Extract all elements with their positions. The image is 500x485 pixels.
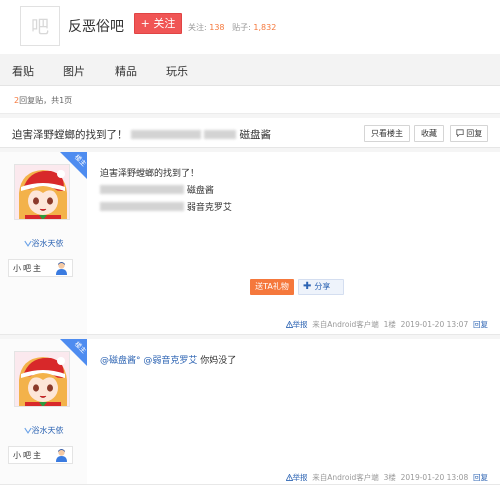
moderator-icon <box>56 449 67 462</box>
forum-header: 吧 反恶俗吧 + 关注 关注: 138 贴子: 1,832 <box>0 0 500 54</box>
warning-icon <box>285 320 293 328</box>
forum-logo[interactable]: 吧 <box>20 6 60 46</box>
vip-icon <box>23 240 32 247</box>
post-time: 2019-01-20 13:08 <box>400 473 469 482</box>
forum-name[interactable]: 反恶俗吧 <box>68 16 124 36</box>
send-gift-button[interactable]: 送TA礼物 <box>250 279 294 295</box>
mention-link[interactable]: @弱音克罗艾 <box>143 356 197 366</box>
post-source: 来自Android客户端 <box>312 473 379 482</box>
only-op-button[interactable]: 只看楼主 <box>364 125 410 142</box>
thread-title-bar: 迫害泽野螳螂的找到了！ 磁盘酱 只看楼主 收藏 回复 <box>0 118 500 148</box>
tab-fun[interactable]: 玩乐 <box>166 63 188 79</box>
post-floor-3: 楼主 浴水天依 小吧主 @磁盘酱° @弱音克罗艾 你妈没了 举报 来自Andro… <box>0 339 500 485</box>
redacted-text <box>100 185 184 194</box>
redacted-text <box>130 130 201 139</box>
moderator-role-badge: 小吧主 <box>8 446 73 464</box>
floor-number: 3楼 <box>383 473 396 482</box>
comment-icon <box>456 129 464 138</box>
posts-count: 1,832 <box>253 23 277 32</box>
members-count: 138 <box>209 23 225 32</box>
post-floor-1: 楼主 浴水天依 小吧主 迫害泽野螳螂的找到了！ 磁盘酱 弱音克罗艾 送TA礼物 … <box>0 152 500 335</box>
redacted-text <box>204 130 237 139</box>
reply-count: 2回复贴，共1页 <box>14 96 73 105</box>
reply-button[interactable]: 回复 <box>450 125 488 142</box>
username[interactable]: 浴水天依 <box>0 425 87 436</box>
report-link[interactable]: 举报 <box>285 473 310 482</box>
plus-icon: ✚ <box>303 281 312 292</box>
favorite-button[interactable]: 收藏 <box>414 125 444 142</box>
share-button[interactable]: ✚ 分享 <box>298 279 344 295</box>
post-meta: 举报 来自Android客户端 1楼 2019-01-20 13:07 回复 <box>285 319 488 330</box>
post-source: 来自Android客户端 <box>312 320 379 329</box>
tab-threads[interactable]: 看贴 <box>12 63 34 79</box>
vip-icon <box>23 427 32 434</box>
floor-number: 1楼 <box>383 320 396 329</box>
pager-bar: 2回复贴，共1页 <box>0 86 500 114</box>
post-content: @磁盘酱° @弱音克罗艾 你妈没了 <box>100 356 237 366</box>
mention-link[interactable]: @磁盘酱° <box>100 356 141 366</box>
tab-images[interactable]: 图片 <box>63 63 85 79</box>
reply-link[interactable]: 回复 <box>473 473 488 482</box>
warning-icon <box>285 473 293 481</box>
op-corner-badge: 楼主 <box>60 339 87 366</box>
post-content: 迫害泽野螳螂的找到了！ 磁盘酱 弱音克罗艾 <box>100 169 232 213</box>
post-time: 2019-01-20 13:07 <box>400 320 469 329</box>
username[interactable]: 浴水天依 <box>0 238 87 249</box>
forum-stats: 关注: 138 贴子: 1,832 <box>188 23 277 32</box>
redacted-text <box>100 202 184 211</box>
follow-button[interactable]: + 关注 <box>134 13 182 34</box>
tab-featured[interactable]: 精品 <box>115 63 137 79</box>
post-meta: 举报 来自Android客户端 3楼 2019-01-20 13:08 回复 <box>285 472 488 483</box>
thread-title: 迫害泽野螳螂的找到了！ 磁盘酱 <box>12 129 272 141</box>
report-link[interactable]: 举报 <box>285 320 310 329</box>
moderator-role-badge: 小吧主 <box>8 259 73 277</box>
forum-nav: 看贴 图片 精品 玩乐 <box>0 54 500 86</box>
moderator-icon <box>56 262 67 275</box>
op-corner-badge: 楼主 <box>60 152 87 179</box>
reply-link[interactable]: 回复 <box>473 320 488 329</box>
